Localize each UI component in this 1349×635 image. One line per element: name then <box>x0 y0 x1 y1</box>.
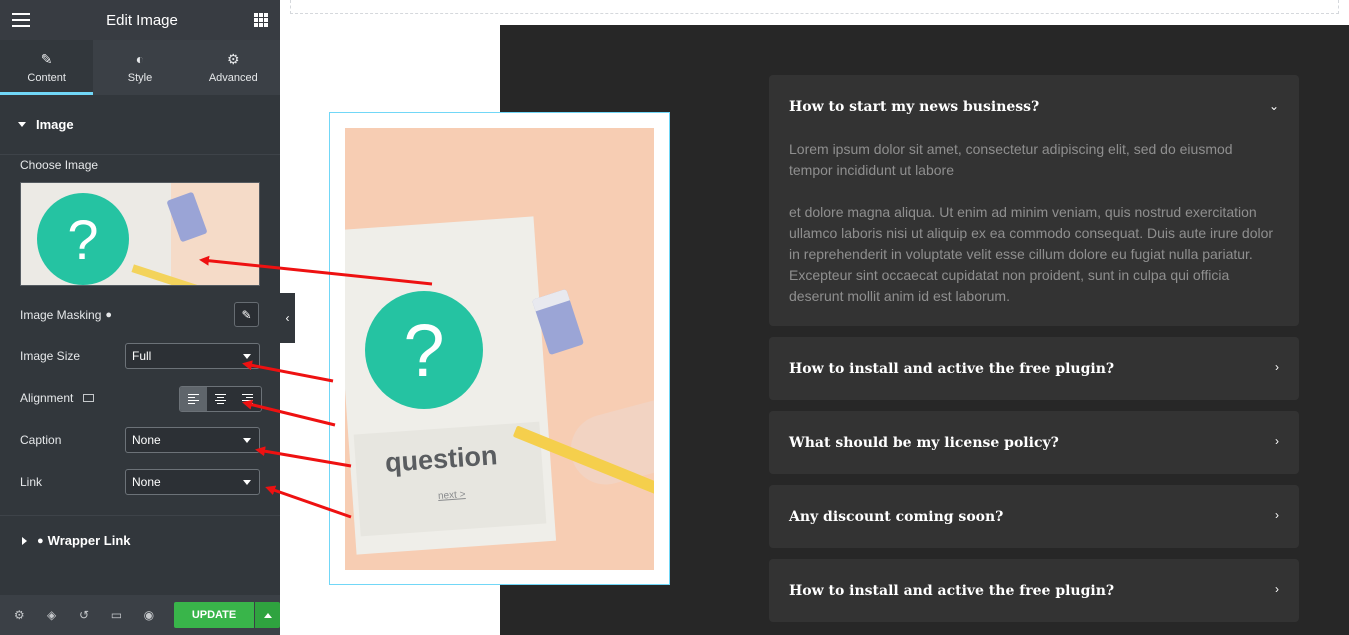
editor-panel: Edit Image ✎ Content ◐ Style ⚙ Advanced … <box>0 0 281 635</box>
caret-down-icon <box>18 122 26 127</box>
image-size-value: Full <box>132 349 152 363</box>
faq-answer: Lorem ipsum dolor sit amet, consectetur … <box>789 139 1279 328</box>
alignment-label: Alignment <box>20 391 74 405</box>
settings-icon[interactable]: ⚙ <box>10 608 28 622</box>
image-size-label: Image Size <box>20 349 81 363</box>
chevron-down-icon: ⌄ <box>1268 99 1279 113</box>
image-size-select[interactable]: Full <box>125 343 260 369</box>
history-icon[interactable]: ↺ <box>75 608 93 622</box>
choose-image-preview[interactable]: ? <box>20 182 260 286</box>
caption-value: None <box>132 433 161 447</box>
caret-right-icon <box>22 536 27 545</box>
dropdown-arrow-icon <box>243 354 251 359</box>
pro-badge-icon: ● <box>105 309 113 321</box>
panel-title: Edit Image <box>106 11 178 29</box>
faq-question: Any discount coming soon? <box>789 509 1004 525</box>
panel-collapse-button[interactable]: ‹ <box>280 293 295 343</box>
faq-item[interactable]: How to install and active the free plugi… <box>769 559 1299 622</box>
caption-label: Caption <box>20 433 62 447</box>
widgets-grid-icon[interactable] <box>254 13 268 27</box>
wrapper-link-label: Wrapper Link <box>47 533 131 548</box>
tab-content[interactable]: ✎ Content <box>0 40 94 95</box>
tab-advanced[interactable]: ⚙ Advanced <box>187 40 280 95</box>
choose-image-label: Choose Image <box>20 158 99 172</box>
faq-item[interactable]: Any discount coming soon? › <box>769 485 1299 548</box>
section-image-title: Image <box>36 117 74 132</box>
pencil-icon: ✎ <box>40 50 53 67</box>
pencil-icon: ✎ <box>241 307 252 322</box>
thumb-question-circle: ? <box>37 193 129 285</box>
faq-question: How to install and active the free plugi… <box>789 361 1115 377</box>
chevron-right-icon: › <box>1275 434 1279 448</box>
half-circle-icon: ◐ <box>135 50 145 67</box>
faq-item[interactable]: How to install and active the free plugi… <box>769 337 1299 400</box>
tab-content-label: Content <box>27 71 66 84</box>
align-left-icon <box>188 394 199 404</box>
update-group: UPDATE <box>174 602 281 628</box>
chevron-right-icon: › <box>1275 582 1279 596</box>
align-center-button[interactable] <box>207 387 234 411</box>
faq-question: How to start my news business? <box>789 99 1040 115</box>
faq-answer-paragraph: et dolore magna aliqua. Ut enim ad minim… <box>789 204 1274 304</box>
faq-question: What should be my license policy? <box>789 435 1059 451</box>
section-image-toggle[interactable]: Image <box>0 95 280 155</box>
image-masking-label: Image Masking <box>20 308 102 322</box>
pro-badge-icon: ● <box>37 534 44 547</box>
layers-icon[interactable]: ◈ <box>42 608 60 622</box>
section-wrapper-link-toggle[interactable]: ● Wrapper Link <box>0 515 280 565</box>
panel-tabs: ✎ Content ◐ Style ⚙ Advanced <box>0 40 280 95</box>
thumb-eraser <box>166 191 208 243</box>
link-label: Link <box>20 475 43 489</box>
caption-select[interactable]: None <box>125 427 260 453</box>
faq-question: How to install and active the free plugi… <box>789 583 1115 599</box>
question-image: ? question next > <box>345 128 654 570</box>
question-mark-circle: ? <box>365 291 483 409</box>
tab-advanced-label: Advanced <box>208 71 258 84</box>
faq-answer-paragraph: Lorem ipsum dolor sit amet, consectetur … <box>789 141 1233 178</box>
preview-eye-icon[interactable]: ◉ <box>140 608 158 622</box>
faq-item[interactable]: How to start my news business? ⌄ Lorem i… <box>769 75 1299 326</box>
panel-footer: ⚙ ◈ ↺ ▭ ◉ UPDATE <box>0 595 281 635</box>
tab-style-label: Style <box>127 71 153 84</box>
dropdown-arrow-icon <box>243 438 251 443</box>
chevron-right-icon: › <box>1275 508 1279 522</box>
image-next-text: next > <box>437 489 466 502</box>
link-value: None <box>132 475 161 489</box>
align-right-icon <box>242 394 253 404</box>
chevron-left-icon: ‹ <box>285 311 290 325</box>
chevron-right-icon: › <box>1275 360 1279 374</box>
alignment-row: Alignment <box>20 391 95 405</box>
tab-style[interactable]: ◐ Style <box>93 40 186 95</box>
dropdown-arrow-icon <box>243 480 251 485</box>
image-masking-edit-button[interactable]: ✎ <box>234 302 259 327</box>
align-center-icon <box>215 394 226 404</box>
gear-icon: ⚙ <box>227 50 240 67</box>
update-button[interactable]: UPDATE <box>174 602 255 628</box>
update-options-button[interactable] <box>255 602 281 628</box>
top-section-outline <box>290 0 1339 14</box>
caret-up-icon <box>263 612 272 618</box>
image-masking-row: Image Masking ● <box>20 308 112 322</box>
align-right-button[interactable] <box>234 387 261 411</box>
responsive-icon[interactable]: ▭ <box>107 608 125 622</box>
panel-header: Edit Image <box>0 0 280 40</box>
faq-item[interactable]: What should be my license policy? › <box>769 411 1299 474</box>
alignment-choices <box>179 386 262 412</box>
hamburger-menu-icon[interactable] <box>12 13 30 27</box>
link-select[interactable]: None <box>125 469 260 495</box>
desktop-icon[interactable] <box>83 394 95 402</box>
align-left-button[interactable] <box>180 387 207 411</box>
